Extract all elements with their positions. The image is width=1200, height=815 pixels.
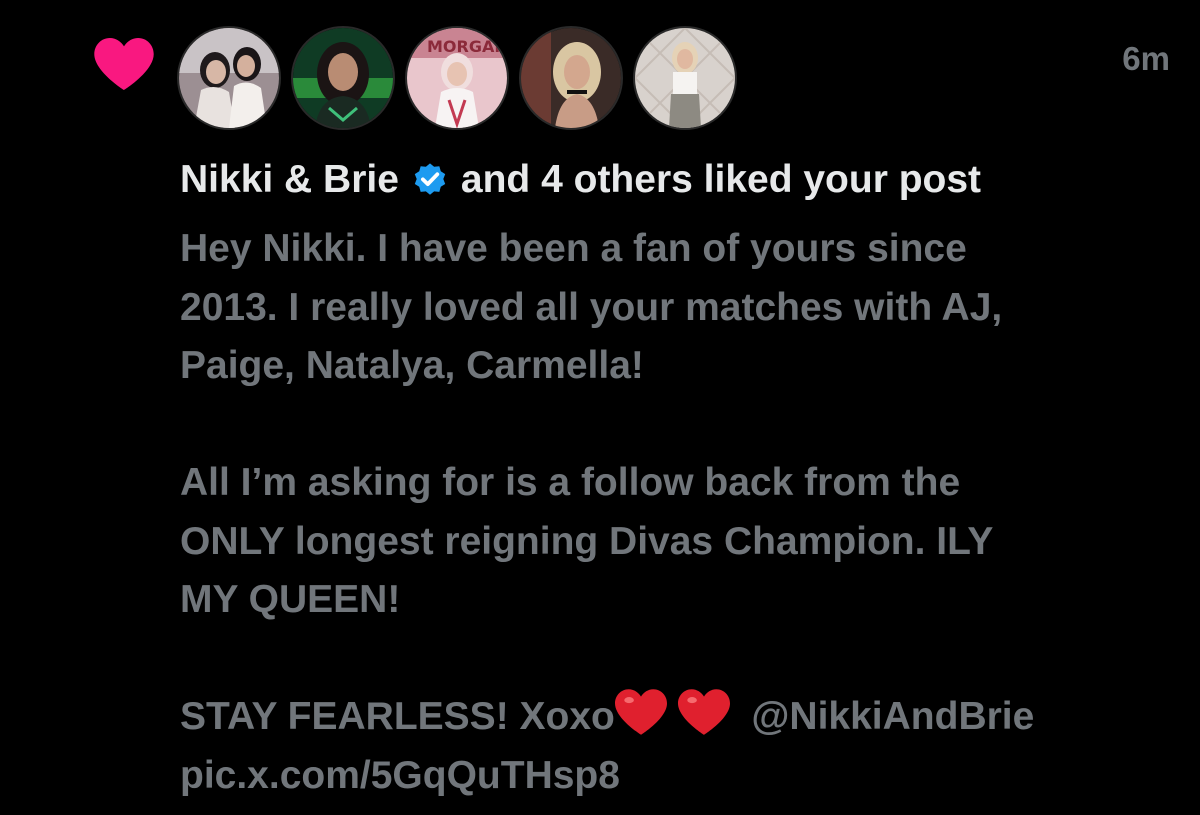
avatar[interactable] [177,26,281,130]
notification-headline: Nikki & Brie and 4 others liked your pos… [180,158,981,202]
post-line-text: STAY FEARLESS! Xoxo [180,695,615,738]
red-heart-emoji-icon [677,689,730,735]
post-line-signoff: STAY FEARLESS! Xoxo @NikkiAndBrie [180,688,1170,747]
avatar-photo-icon [179,28,279,128]
post-line: 2013. I really loved all your matches wi… [180,285,1003,329]
mention-link[interactable]: @NikkiAndBrie [751,695,1034,738]
action-text: and 4 others liked your post [460,158,982,201]
post-line: ONLY longest reigning Divas Champion. IL… [180,519,994,563]
avatar[interactable]: MORGAN [405,26,509,130]
post-line: All I’m asking for is a follow back from… [180,461,961,504]
avatar-photo-icon [293,28,393,128]
avatar[interactable] [291,26,395,130]
post-line: MY QUEEN! [180,578,401,621]
timestamp: 6m [1122,40,1170,77]
avatar[interactable] [519,26,623,130]
actor-name[interactable]: Nikki & Brie [180,158,399,202]
avatar-photo-icon [521,28,621,128]
avatar[interactable] [633,26,737,130]
post-line: Paige, Natalya, Carmella! [180,344,644,387]
like-notification[interactable]: 6m MORGAN Nikki & Brie and 4 others like… [0,0,1200,815]
heart-icon [94,38,154,90]
verified-badge-icon [414,163,446,195]
red-heart-emoji-icon [614,689,667,735]
avatar-photo-icon: MORGAN [407,28,507,128]
post-line: Hey Nikki. I have been a fan of yours si… [180,227,967,270]
svg-text:MORGAN: MORGAN [427,37,507,56]
post-preview[interactable]: Hey Nikki. I have been a fan of yours si… [180,220,1170,805]
avatar-photo-icon [635,28,735,128]
pic-link[interactable]: pic.x.com/5GqQuTHsp8 [180,747,1170,806]
